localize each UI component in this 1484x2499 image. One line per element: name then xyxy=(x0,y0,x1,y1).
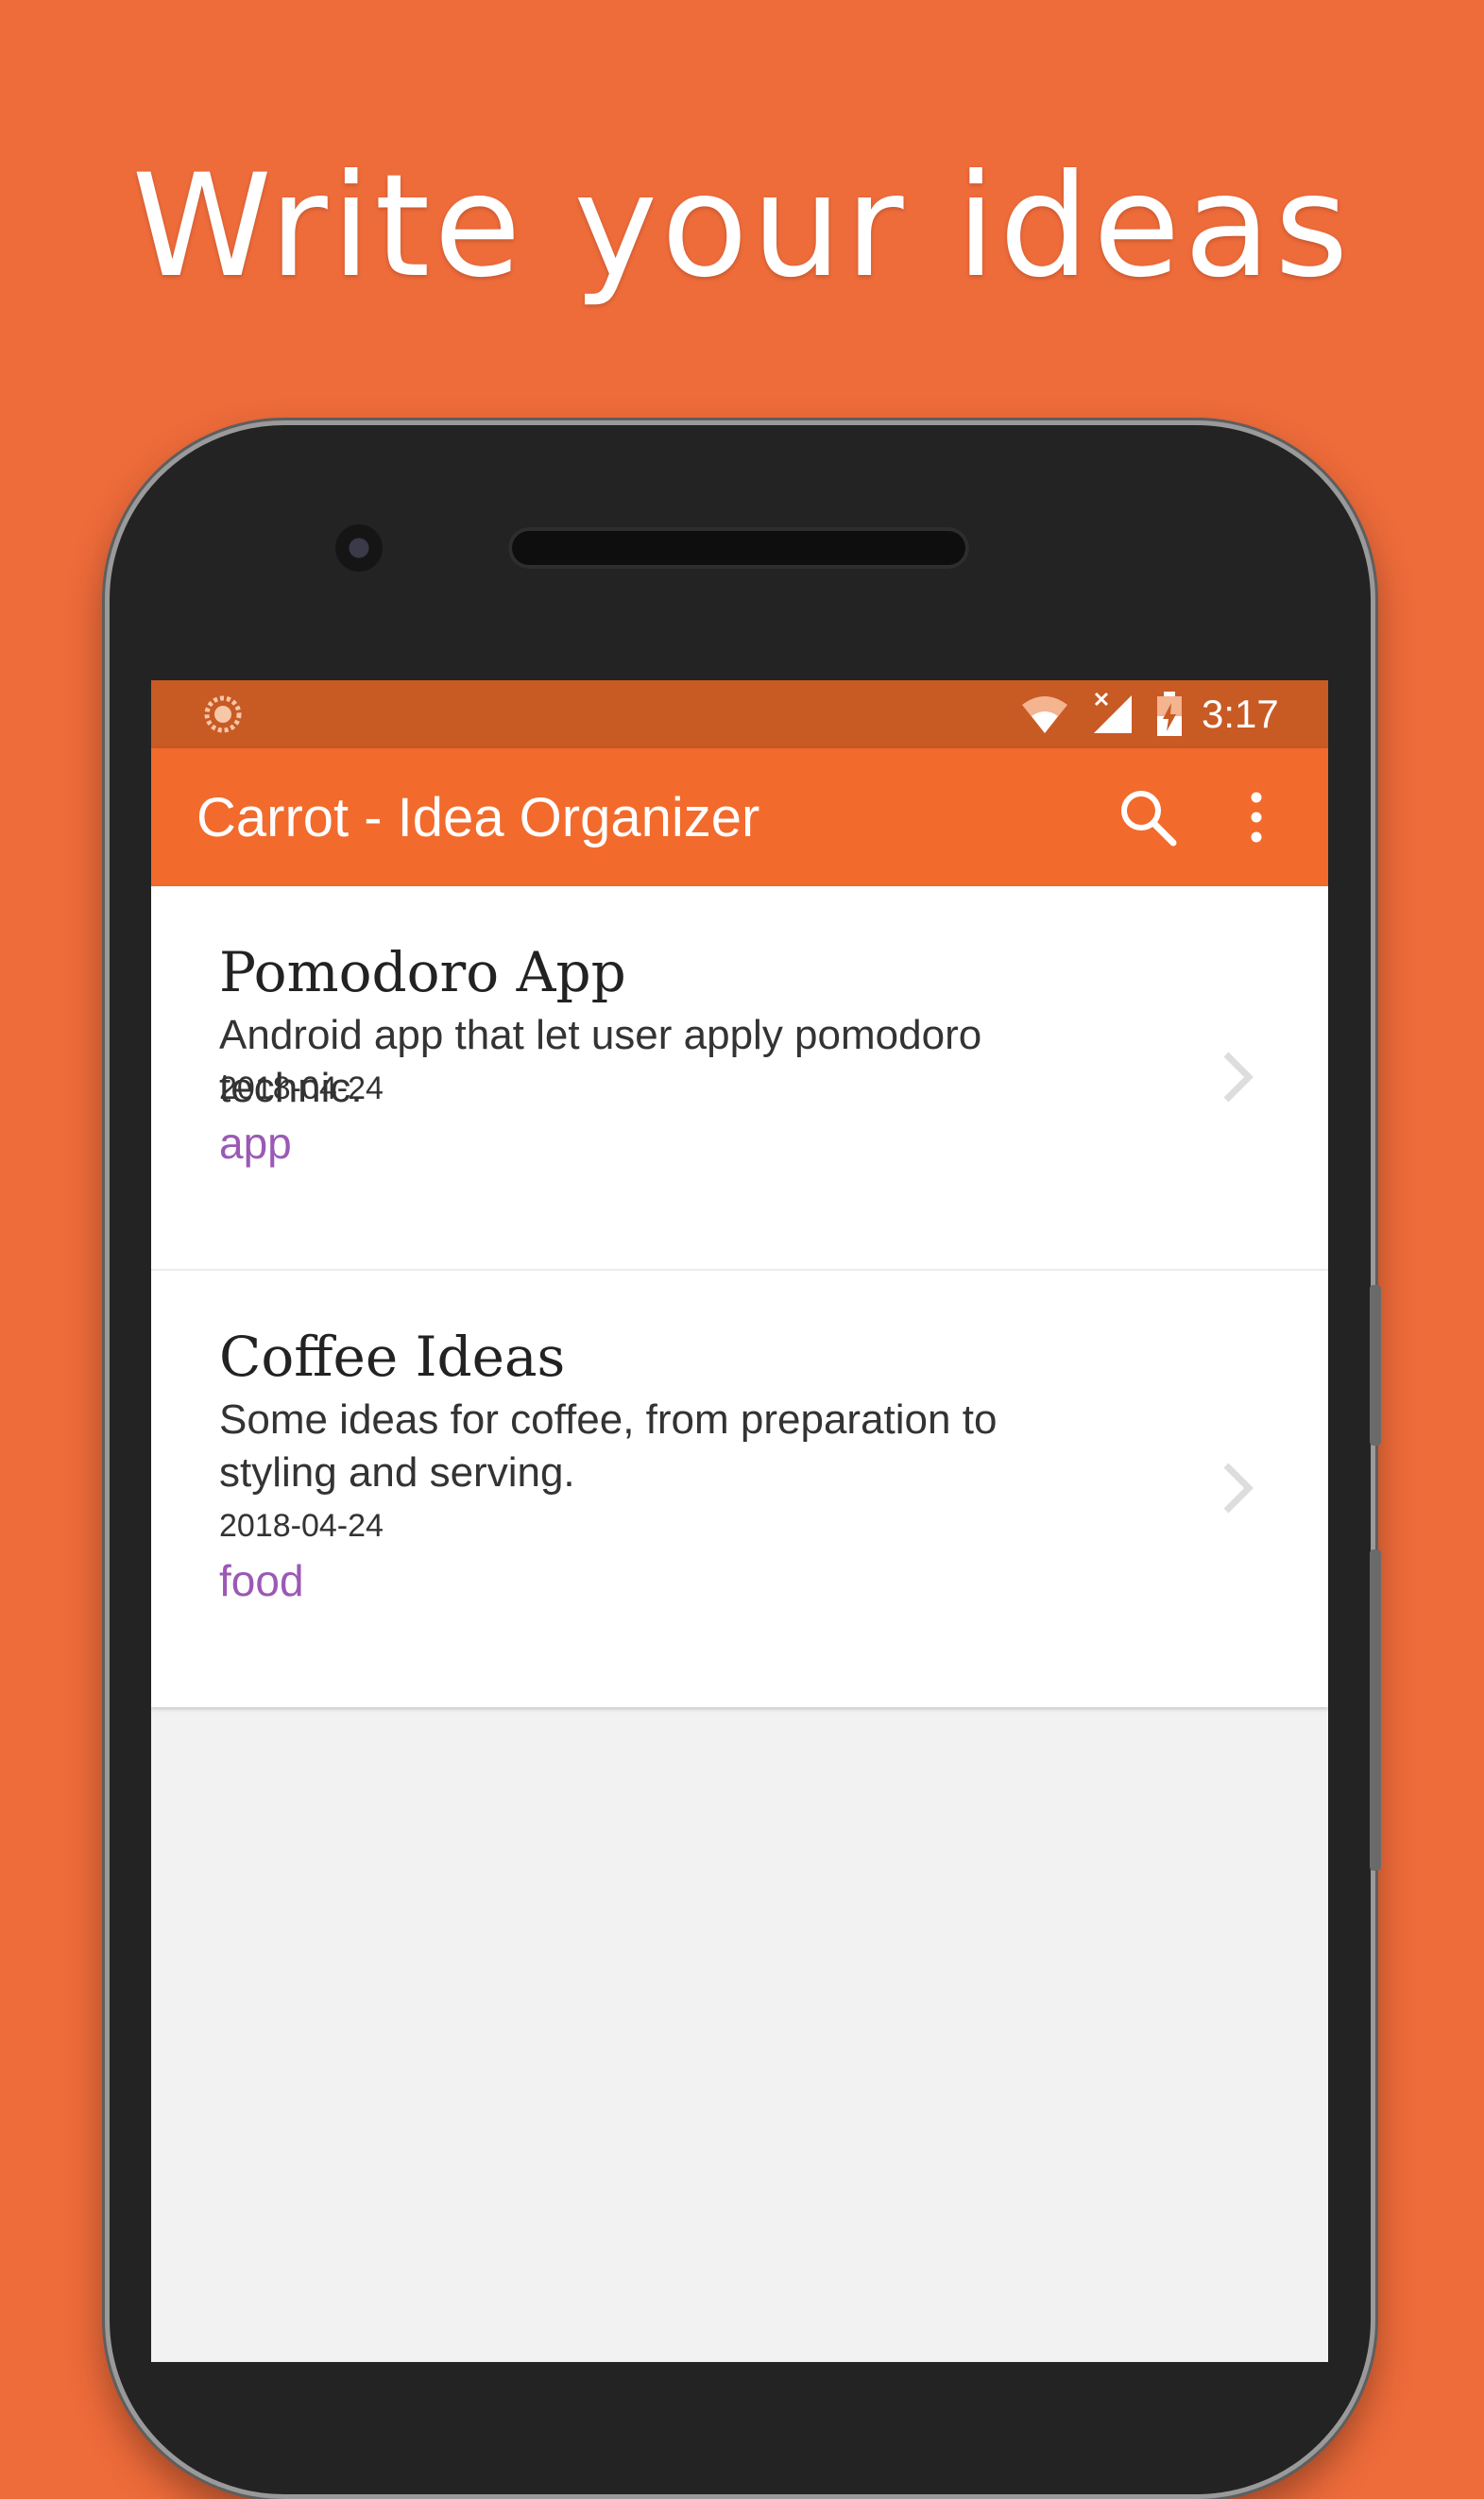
idea-tag[interactable]: app xyxy=(219,1117,292,1170)
idea-title: Coffee Ideas xyxy=(219,1325,566,1389)
idea-date: 2018-04-24 xyxy=(219,1070,384,1106)
idea-list: Pomodoro App Android app that let user a… xyxy=(151,886,1328,1707)
idea-title: Pomodoro App xyxy=(219,940,626,1004)
wifi-icon xyxy=(1022,696,1067,733)
chevron-right-icon xyxy=(1223,1463,1254,1514)
status-bar: 3:17 xyxy=(151,680,1328,748)
more-vert-icon[interactable] xyxy=(1237,786,1275,848)
cell-signal-icon xyxy=(1094,692,1132,733)
front-camera xyxy=(335,524,383,572)
phone-volume-button xyxy=(1370,1549,1381,1871)
earpiece-speaker xyxy=(508,527,969,569)
idea-card-coffee-ideas[interactable]: Coffee Ideas Some ideas for coffee, from… xyxy=(151,1271,1328,1707)
chevron-right-icon xyxy=(1223,1052,1254,1103)
search-icon[interactable] xyxy=(1117,786,1179,848)
status-time: 3:17 xyxy=(1202,692,1279,736)
sync-notification-icon xyxy=(204,695,242,733)
headline: Write your ideas xyxy=(131,145,1353,309)
battery-charging-icon xyxy=(1157,692,1182,736)
idea-card-pomodoro-app[interactable]: Pomodoro App Android app that let user a… xyxy=(151,886,1328,1271)
phone-power-button xyxy=(1370,1285,1381,1446)
app-title: Carrot - Idea Organizer xyxy=(196,787,760,848)
app-bar: Carrot - Idea Organizer xyxy=(151,748,1328,886)
phone-screen: 3:17 Carrot - Idea Organizer Pomodoro Ap… xyxy=(151,680,1328,2362)
idea-date: 2018-04-24 xyxy=(219,1508,384,1544)
idea-description: Some ideas for coffee, from preparation … xyxy=(219,1396,998,1496)
idea-tag[interactable]: food xyxy=(219,1554,304,1607)
